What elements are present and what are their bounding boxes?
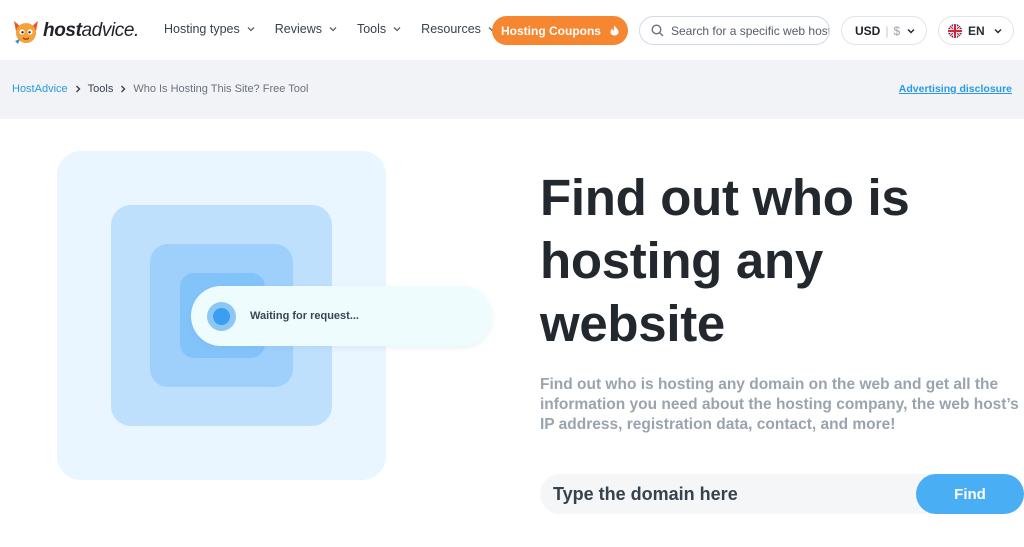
- chevron-right-icon: [75, 85, 81, 93]
- site-header: hostadvice. Hosting types Reviews Tools …: [0, 0, 1024, 60]
- nav-item-tools[interactable]: Tools: [357, 22, 401, 36]
- nav-item-reviews[interactable]: Reviews: [275, 22, 337, 36]
- breadcrumb-bar: HostAdvice Tools Who Is Hosting This Sit…: [0, 60, 1024, 119]
- search-icon: [651, 24, 664, 37]
- hosting-coupons-button[interactable]: Hosting Coupons: [492, 16, 628, 45]
- chevron-down-icon: [393, 27, 401, 32]
- nav-item-hosting-types[interactable]: Hosting types: [164, 22, 255, 36]
- find-button[interactable]: Find: [916, 474, 1024, 514]
- search-input[interactable]: [671, 23, 829, 38]
- chevron-down-icon: [247, 27, 255, 32]
- breadcrumb-home-link[interactable]: HostAdvice: [12, 83, 68, 95]
- chevron-right-icon: [121, 85, 126, 93]
- main-nav: Hosting types Reviews Tools Resources: [164, 22, 516, 36]
- hostadvice-logo[interactable]: hostadvice.: [12, 16, 139, 46]
- nav-item-resources[interactable]: Resources: [421, 22, 496, 36]
- mascot-logo-icon: [14, 21, 38, 44]
- domain-input[interactable]: [553, 483, 913, 505]
- nav-item-label: Resources: [421, 22, 481, 36]
- nav-item-label: Tools: [356, 22, 387, 36]
- coupons-label: Hosting Coupons: [501, 23, 601, 38]
- request-status-text: Waiting for request...: [250, 310, 359, 322]
- page-title: Find out who is hosting any website: [540, 169, 910, 352]
- nav-item-label: Hosting types: [164, 22, 240, 36]
- currency-code: USD: [855, 23, 881, 38]
- language-selector[interactable]: EN: [938, 16, 1014, 45]
- status-dot-icon: [207, 301, 236, 331]
- language-code: EN: [968, 23, 985, 38]
- search-box[interactable]: [639, 16, 830, 45]
- request-status-pill: Waiting for request...: [191, 286, 492, 346]
- chevron-down-icon: [329, 27, 337, 32]
- breadcrumb: HostAdvice Tools Who Is Hosting This Sit…: [12, 83, 308, 95]
- currency-selector[interactable]: USD | $: [841, 16, 927, 45]
- page-subtitle: Find out who is hosting any domain on th…: [540, 376, 1019, 433]
- brand-name: hostadvice.: [43, 20, 139, 41]
- nav-item-label: Reviews: [274, 22, 322, 36]
- advertising-disclosure-link[interactable]: Advertising disclosure: [899, 83, 1012, 95]
- breadcrumb-tools-link[interactable]: Tools: [88, 83, 114, 95]
- breadcrumb-current: Who Is Hosting This Site? Free Tool: [133, 83, 309, 95]
- chevron-down-icon: [907, 29, 915, 34]
- currency-separator: |: [885, 23, 889, 38]
- chevron-down-icon: [994, 29, 1002, 34]
- uk-flag-icon: [948, 23, 962, 38]
- flame-icon: [610, 25, 619, 36]
- currency-symbol: $: [893, 23, 901, 38]
